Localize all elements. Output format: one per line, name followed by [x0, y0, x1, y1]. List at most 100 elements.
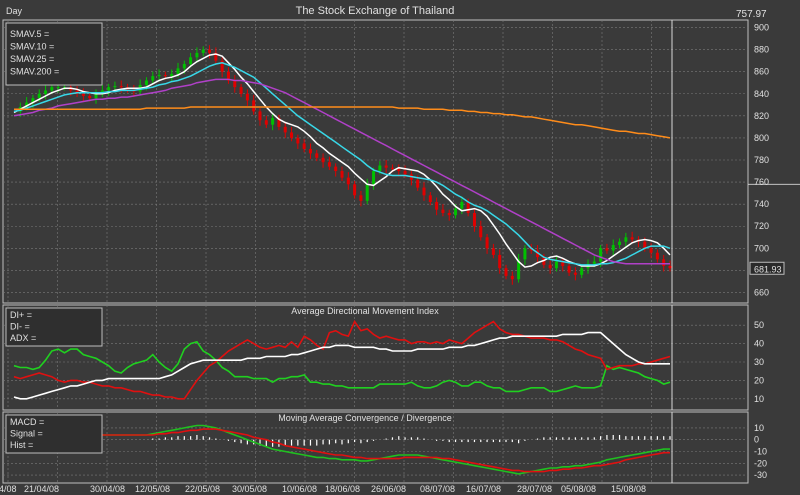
candle-body [498, 254, 502, 269]
candle-body [271, 118, 275, 125]
legend-entry-2: SMAV.25 = [10, 54, 54, 64]
candle-body [189, 57, 193, 64]
y-tick-label: 880 [754, 45, 769, 55]
candle-body [479, 226, 483, 238]
candle-body [447, 212, 451, 216]
candle-body [119, 86, 123, 88]
candle-body [245, 93, 249, 101]
candle-body [435, 201, 439, 210]
y-tick-label: 800 [754, 133, 769, 143]
candle-body [233, 80, 237, 88]
candle-body [441, 209, 445, 213]
candle-body [239, 87, 243, 94]
candle-body [258, 111, 262, 121]
candle-body [655, 252, 659, 260]
x-tick-label: 08/07/08 [420, 484, 455, 494]
y-tick-label: 760 [754, 177, 769, 187]
candle-body [264, 120, 268, 125]
y-tick-label: -20 [754, 458, 767, 468]
x-tick-label: 12/05/08 [135, 484, 170, 494]
x-tick-label: 30/04/08 [90, 484, 125, 494]
y-tick-label: 20 [754, 375, 764, 385]
candle-body [144, 80, 148, 85]
candle-body [208, 49, 212, 53]
y-tick-label: -10 [754, 447, 767, 457]
y-tick-label: 10 [754, 423, 764, 433]
legend-entry-1: DI- = [10, 322, 30, 332]
candle-body [554, 261, 558, 269]
candle-body [50, 87, 54, 91]
legend-entry-0: DI+ = [10, 310, 32, 320]
x-tick-label: 18/06/08 [325, 484, 360, 494]
x-tick-label: 26/06/08 [371, 484, 406, 494]
legend-entry-1: SMAV.10 = [10, 42, 54, 52]
y-tick-label: 840 [754, 89, 769, 99]
y-tick-label: 820 [754, 111, 769, 121]
candle-body [662, 259, 666, 266]
candle-body [422, 187, 426, 196]
y-tick-label: 10 [754, 394, 764, 404]
x-tick-label: 05/08/08 [561, 484, 596, 494]
candle-body [466, 201, 470, 213]
candle-body [151, 76, 155, 81]
candle-body [523, 248, 527, 260]
candle-body [346, 177, 350, 185]
candle-body [37, 93, 41, 99]
candle-body [630, 237, 634, 240]
legend-entry-1: Signal = [10, 429, 43, 439]
candle-body [176, 68, 180, 74]
y-tick-label: 700 [754, 243, 769, 253]
candle-body [88, 95, 92, 99]
candle-body [472, 212, 476, 227]
candle-body [170, 73, 174, 77]
candle-body [548, 264, 552, 269]
chart-title: The Stock Exchange of Thailand [296, 5, 455, 17]
legend-entry-0: SMAV.5 = [10, 29, 49, 39]
y-tick-label: 900 [754, 23, 769, 33]
candle-body [195, 52, 199, 58]
candle-body [296, 137, 300, 144]
candle-body [384, 165, 388, 168]
panel-title: Average Directional Movement Index [291, 306, 439, 316]
x-tick-label: 16/07/08 [466, 484, 501, 494]
x-tick-label: 22/05/08 [185, 484, 220, 494]
candle-body [44, 90, 48, 94]
x-tick-label: 21/04/08 [24, 484, 59, 494]
x-tick-label: 04/08 [0, 484, 17, 494]
last-value-label: 681.93 [754, 264, 782, 274]
candle-body [81, 93, 85, 96]
legend-entry-2: ADX = [10, 333, 36, 343]
candle-body [592, 261, 596, 264]
candle-body [599, 248, 603, 262]
x-tick-label: 30/05/08 [232, 484, 267, 494]
candle-body [390, 167, 394, 169]
candle-body [403, 171, 407, 175]
y-tick-label: 0 [754, 435, 759, 445]
candle-body [163, 74, 167, 77]
y-tick-label: 50 [754, 320, 764, 330]
candle-body [302, 143, 306, 149]
legend-entry-2: Hist = [10, 440, 33, 450]
candle-body [372, 171, 376, 185]
candle-body [605, 248, 609, 251]
legend-entry-3: SMAV.200 = [10, 67, 59, 77]
candle-body [485, 237, 489, 249]
y-tick-label: 720 [754, 221, 769, 231]
candle-body [510, 275, 514, 280]
candle-body [107, 87, 111, 91]
candle-body [113, 86, 117, 88]
candle-body [428, 195, 432, 202]
period-label: Day [6, 6, 23, 16]
candle-body [327, 162, 331, 167]
candle-body [201, 49, 205, 53]
candle-body [504, 268, 508, 276]
candle-body [460, 201, 464, 209]
candle-body [56, 87, 60, 89]
candle-body [573, 272, 577, 275]
candle-body [611, 245, 615, 251]
candle-body [353, 184, 357, 196]
candle-body [397, 168, 401, 172]
x-tick-label: 15/08/08 [611, 484, 646, 494]
candle-body [491, 248, 495, 255]
candle-body [340, 171, 344, 178]
